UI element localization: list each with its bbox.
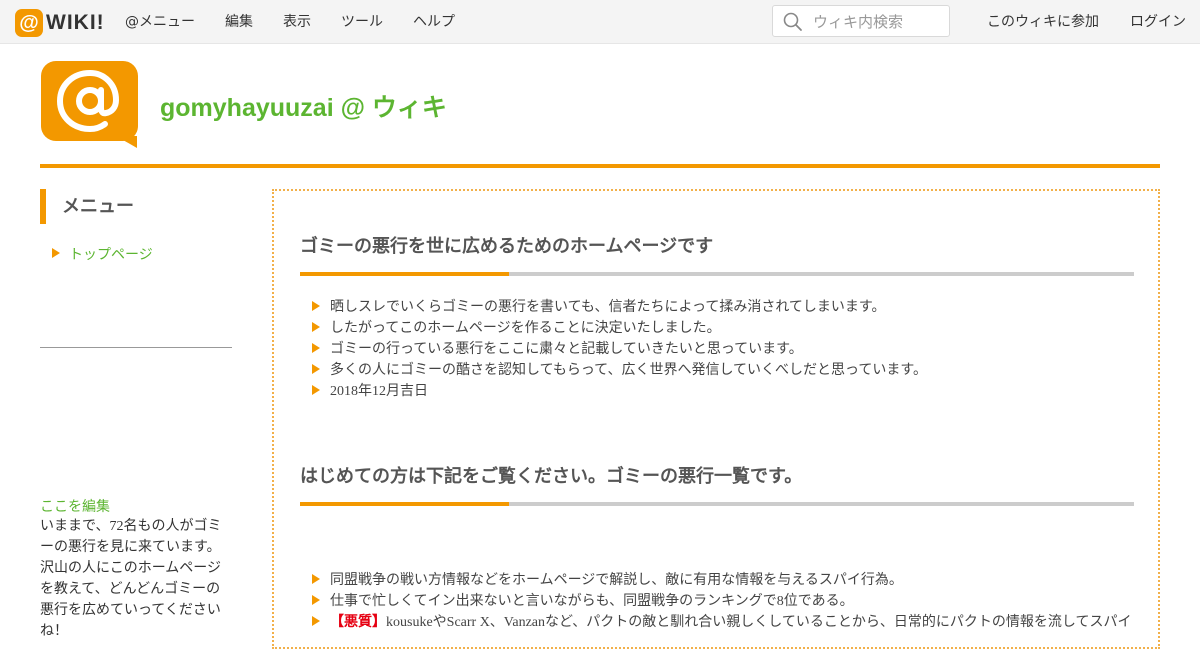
- wiki-search-box[interactable]: [772, 5, 950, 37]
- edit-here-link[interactable]: ここを編集: [40, 496, 110, 516]
- menu-tools[interactable]: ツール: [341, 0, 383, 44]
- section2-underline: [300, 502, 1134, 506]
- section1-heading: ゴミーの悪行を世に広めるためのホームページです: [300, 236, 714, 257]
- sidebar-item-label: トップページ: [69, 247, 153, 263]
- triangle-bullet-icon: [312, 595, 320, 605]
- section2-list: 同盟戦争の戦い方情報などをホームページで解説し、敵に有用な情報を与えるスパイ行為…: [312, 570, 1131, 633]
- triangle-bullet-icon: [312, 616, 320, 626]
- logo-text: WIKI!: [46, 11, 105, 34]
- search-input[interactable]: [811, 10, 947, 34]
- triangle-bullet-icon: [312, 364, 320, 374]
- list-item: 2018年12月吉日: [312, 381, 927, 402]
- site-logo-icon[interactable]: [40, 60, 140, 154]
- list-item: 晒しスレでいくらゴミーの悪行を書いても、信者たちによって揉み消されてしまいます。: [312, 297, 927, 318]
- list-item: ゴミーの行っている悪行をここに粛々と記載していきたいと思っています。: [312, 339, 927, 360]
- top-navbar: @ WIKI! @メニュー 編集 表示 ツール ヘルプ このウィキに参加 ログイ…: [0, 0, 1200, 44]
- list-item: 仕事で忙しくてイン出来ないと言いながらも、同盟戦争のランキングで8位である。: [312, 591, 1131, 612]
- login-link[interactable]: ログイン: [1130, 0, 1186, 44]
- search-icon: [783, 12, 802, 31]
- list-item: 同盟戦争の戦い方情報などをホームページで解説し、敵に有用な情報を与えるスパイ行為…: [312, 570, 1131, 591]
- malicious-tag: 【悪質】: [330, 615, 386, 630]
- triangle-bullet-icon: [312, 301, 320, 311]
- list-item: したがってこのホームページを作ることに決定いたしました。: [312, 318, 927, 339]
- triangle-bullet-icon: [312, 385, 320, 395]
- header-divider: [40, 164, 1160, 168]
- menu-help[interactable]: ヘルプ: [413, 0, 455, 44]
- section2-heading: はじめての方は下記をご覧ください。ゴミーの悪行一覧です。: [300, 466, 803, 487]
- main-content: ゴミーの悪行を世に広めるためのホームページです 晒しスレでいくらゴミーの悪行を書…: [272, 189, 1160, 649]
- triangle-bullet-icon: [312, 343, 320, 353]
- section1-list: 晒しスレでいくらゴミーの悪行を書いても、信者たちによって揉み消されてしまいます。…: [312, 297, 927, 402]
- list-item: 多くの人にゴミーの酷さを認知してもらって、広く世界へ発信していくべしだと思ってい…: [312, 360, 927, 381]
- join-wiki-link[interactable]: このウィキに参加: [987, 0, 1099, 44]
- atwiki-logo[interactable]: @ WIKI!: [15, 9, 105, 37]
- triangle-bullet-icon: [312, 322, 320, 332]
- site-title[interactable]: gomyhayuuzai @ ウィキ: [160, 88, 447, 124]
- at-logo-icon: @: [15, 9, 43, 37]
- triangle-bullet-icon: [312, 574, 320, 584]
- menu-at-menu[interactable]: @メニュー: [125, 0, 195, 44]
- section1-underline: [300, 272, 1134, 276]
- menu-view[interactable]: 表示: [283, 0, 311, 44]
- sidebar-visitor-text: いままで、72名もの人がゴミーの悪行を見に来ています。沢山の人にこのホームページ…: [40, 519, 222, 639]
- sidebar-menu-heading: メニュー: [40, 189, 230, 224]
- sidebar-divider: [40, 347, 232, 348]
- sidebar-item-top-page[interactable]: トップページ: [52, 244, 153, 264]
- menu-edit[interactable]: 編集: [225, 0, 253, 44]
- triangle-bullet-icon: [52, 248, 60, 258]
